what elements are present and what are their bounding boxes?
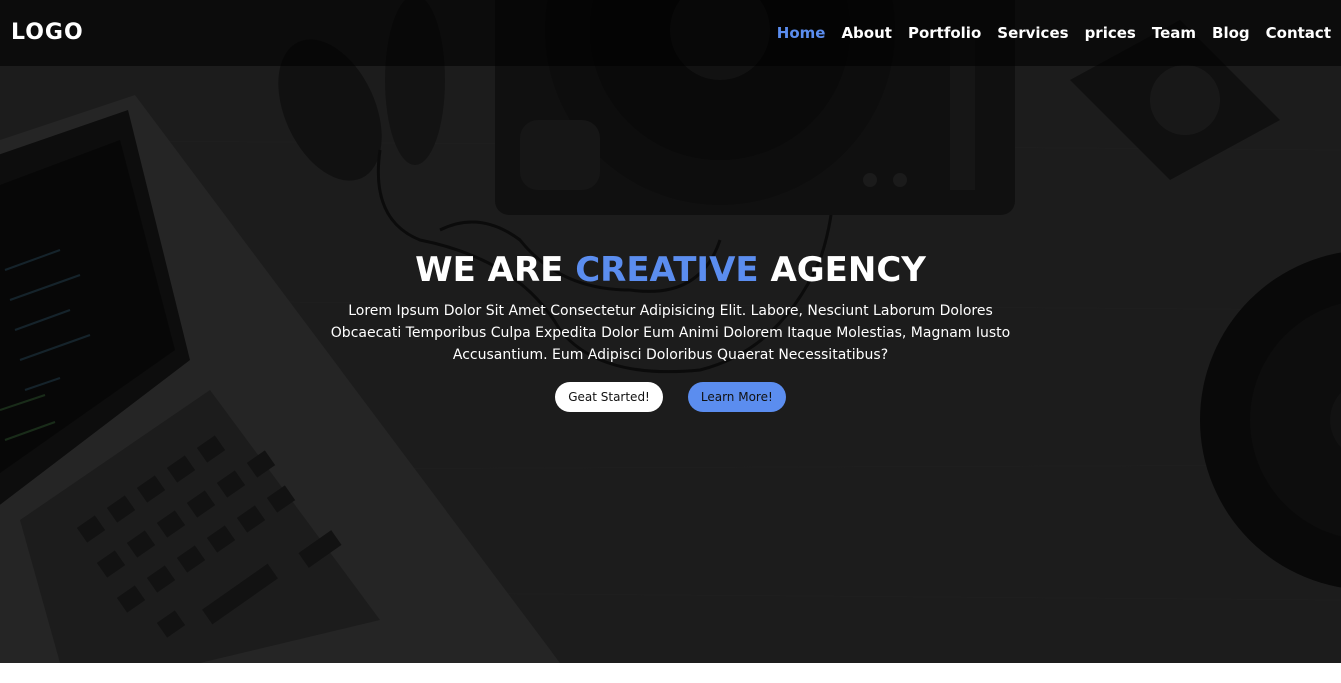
nav-link-team[interactable]: Team xyxy=(1152,24,1196,42)
learn-more-button[interactable]: Learn More! xyxy=(687,382,786,412)
nav-link-portfolio[interactable]: Portfolio xyxy=(908,24,981,42)
nav-item-about: About xyxy=(841,22,892,44)
nav-item-team: Team xyxy=(1152,22,1196,44)
nav-item-prices: prices xyxy=(1085,22,1136,44)
hero-buttons: Geat Started! Learn More! xyxy=(0,382,1341,412)
nav-link-blog[interactable]: Blog xyxy=(1212,24,1250,42)
nav-link-home[interactable]: Home xyxy=(777,24,826,42)
nav-item-contact: Contact xyxy=(1266,22,1331,44)
headline-accent: CREATIVE xyxy=(575,250,759,290)
hero-description: Lorem Ipsum Dolor Sit Amet Consectetur A… xyxy=(330,303,1011,363)
nav-item-blog: Blog xyxy=(1212,22,1250,44)
hero-headline: WE ARE CREATIVE AGENCY xyxy=(0,248,1341,292)
headline-suffix: AGENCY xyxy=(758,250,926,290)
hero-content: WE ARE CREATIVE AGENCY Lorem Ipsum Dolor… xyxy=(0,248,1341,412)
nav-link-prices[interactable]: prices xyxy=(1085,24,1136,42)
nav-links: Home About Portfolio Services prices Tea… xyxy=(777,22,1331,44)
nav-item-home: Home xyxy=(777,22,826,44)
nav-link-about[interactable]: About xyxy=(841,24,892,42)
nav-item-services: Services xyxy=(997,22,1068,44)
nav-item-portfolio: Portfolio xyxy=(908,22,981,44)
site-logo[interactable]: LOGO xyxy=(11,18,84,48)
headline-prefix: WE ARE xyxy=(415,250,576,290)
nav-link-services[interactable]: Services xyxy=(997,24,1068,42)
hero-section: LOGO Home About Portfolio Services price… xyxy=(0,0,1341,663)
nav-link-contact[interactable]: Contact xyxy=(1266,24,1331,42)
top-navbar: LOGO Home About Portfolio Services price… xyxy=(0,0,1341,66)
get-started-button[interactable]: Geat Started! xyxy=(555,382,663,412)
